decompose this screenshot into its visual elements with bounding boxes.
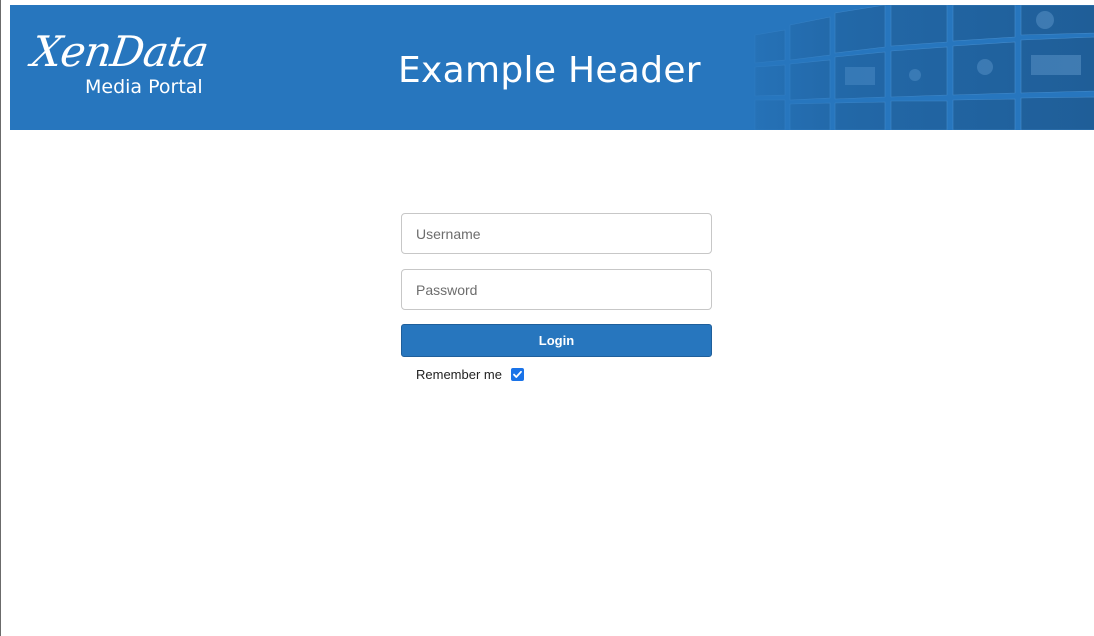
logo-wordmark: XenData — [28, 27, 211, 76]
page: XenData Media Portal Example Header Logi… — [0, 0, 1094, 636]
remember-me-label: Remember me — [416, 367, 502, 382]
xendata-logo: XenData Media Portal — [28, 27, 212, 107]
checkmark-icon — [513, 370, 522, 378]
username-input[interactable] — [401, 213, 712, 254]
logo-subtitle: Media Portal — [85, 76, 203, 98]
video-wall-background — [715, 5, 1094, 130]
remember-me-checkbox[interactable] — [510, 368, 524, 381]
password-input[interactable] — [401, 269, 712, 310]
header-banner: XenData Media Portal Example Header — [10, 5, 1094, 130]
login-button[interactable]: Login — [401, 324, 712, 357]
page-title: Example Header — [398, 50, 701, 91]
remember-me-row: Remember me — [416, 367, 524, 382]
